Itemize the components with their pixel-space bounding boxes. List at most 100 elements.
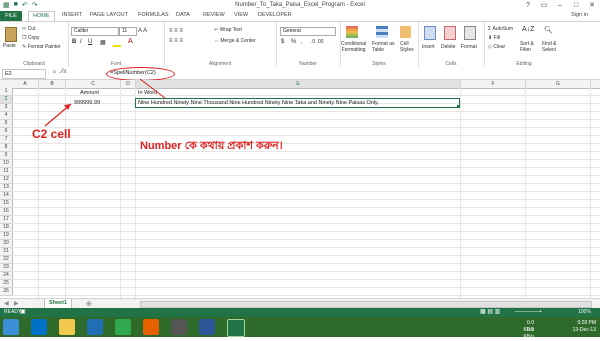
column-header-d[interactable]: D bbox=[121, 80, 136, 89]
explorer-icon[interactable] bbox=[59, 319, 75, 335]
formula-bar: E2 ⋮ ✕ ✓ fx =SpellNumber(C2) bbox=[0, 67, 600, 80]
excel-taskbar-icon[interactable] bbox=[227, 319, 245, 337]
tab-view[interactable]: VIEW bbox=[234, 12, 248, 18]
insert-function-icon[interactable]: fx bbox=[62, 69, 67, 75]
conditional-formatting-button[interactable]: Conditional Formatting bbox=[341, 41, 366, 53]
help-icon[interactable]: ? bbox=[520, 0, 536, 11]
font-size-select[interactable]: 11 bbox=[119, 27, 137, 36]
font-grow-icon[interactable]: A A bbox=[138, 28, 147, 34]
sort-filter-button[interactable]: Sort & Filter bbox=[520, 41, 534, 53]
delete-button[interactable]: Delete bbox=[441, 44, 455, 50]
paste-icon[interactable] bbox=[5, 27, 17, 42]
start-icon[interactable] bbox=[3, 319, 19, 335]
outlook-icon[interactable] bbox=[87, 319, 103, 335]
column-header-b[interactable]: B bbox=[39, 80, 66, 89]
horizontal-scrollbar[interactable] bbox=[140, 301, 592, 308]
cell-e1[interactable]: In Word bbox=[138, 90, 157, 96]
align-left-icon[interactable]: ≡ ≡ ≡ bbox=[169, 38, 183, 44]
paste-button[interactable]: Paste bbox=[3, 43, 16, 49]
column-header-f[interactable]: F bbox=[461, 80, 526, 89]
sheet-nav-right-icon[interactable]: ▶ bbox=[14, 300, 19, 307]
format-button[interactable]: Format bbox=[461, 44, 477, 50]
cell-styles-button[interactable]: Cell Styles bbox=[400, 41, 414, 53]
cancel-icon[interactable]: ✕ bbox=[52, 69, 57, 76]
tab-formulas[interactable]: FORMULAS bbox=[138, 12, 169, 18]
percent-button[interactable]: % bbox=[291, 39, 296, 45]
insert-cells-icon[interactable] bbox=[424, 26, 436, 40]
currency-button[interactable]: $ bbox=[281, 39, 284, 45]
formula-bar-icons: ⋮ bbox=[46, 70, 51, 76]
cell-c2[interactable]: 999999.99 bbox=[74, 100, 100, 106]
clock-time[interactable]: 9:28 PM bbox=[573, 320, 596, 327]
fill-button[interactable]: ⬇ Fill bbox=[488, 35, 500, 41]
sort-filter-icon[interactable]: A↓Z bbox=[522, 26, 534, 33]
format-cells-icon[interactable] bbox=[464, 26, 476, 40]
delete-cells-icon[interactable] bbox=[444, 26, 456, 40]
name-box[interactable]: E2 bbox=[2, 69, 46, 79]
column-header-a[interactable]: A bbox=[12, 80, 39, 89]
tab-data[interactable]: DATA bbox=[176, 12, 190, 18]
gridline bbox=[12, 183, 600, 184]
decimal-icon[interactable]: .0 .00 bbox=[311, 39, 324, 45]
app-icon[interactable] bbox=[171, 319, 187, 335]
underline-button[interactable]: U bbox=[88, 39, 92, 45]
number-format-select[interactable]: General bbox=[280, 27, 336, 36]
maximize-icon[interactable]: □ bbox=[568, 0, 584, 11]
format-as-table-icon[interactable] bbox=[376, 26, 388, 38]
fill-color-icon[interactable] bbox=[113, 40, 121, 47]
font-color-icon[interactable]: A bbox=[128, 38, 133, 45]
merge-center-button[interactable]: ⇔ Merge & Center bbox=[214, 38, 256, 44]
clock-date[interactable]: 13-Dec-13 bbox=[573, 327, 596, 334]
close-icon[interactable]: ✕ bbox=[584, 0, 600, 11]
spreadsheet-grid[interactable]: A B C D E F G 1 2 3 4 5 6 7 8 9 10 11 12 13 14 15 16 17 1… bbox=[0, 80, 600, 298]
insert-button[interactable]: Insert bbox=[422, 44, 435, 50]
conditional-formatting-icon[interactable] bbox=[346, 26, 358, 38]
tab-review[interactable]: REVIEW bbox=[203, 12, 225, 18]
column-header-c[interactable]: C bbox=[66, 80, 121, 89]
comma-button[interactable]: , bbox=[301, 39, 303, 45]
tab-developer[interactable]: DEVELOPER bbox=[258, 12, 292, 18]
gridline bbox=[12, 247, 600, 248]
copy-button[interactable]: ❐ Copy bbox=[22, 35, 40, 41]
bold-button[interactable]: B bbox=[72, 39, 76, 45]
column-header-h[interactable] bbox=[591, 80, 600, 89]
chrome-icon[interactable] bbox=[115, 319, 131, 335]
zoom-level[interactable]: 100% bbox=[578, 308, 591, 317]
sheet-nav-left-icon[interactable]: ◀ bbox=[4, 300, 9, 307]
format-painter-button[interactable]: ✎ Format Painter bbox=[22, 44, 61, 50]
zoom-slider[interactable]: –──────+ bbox=[515, 308, 542, 317]
minimize-icon[interactable]: – bbox=[552, 0, 568, 11]
undo-icon[interactable]: ↶ bbox=[22, 1, 28, 9]
record-macro-icon[interactable]: ▣ bbox=[20, 308, 26, 317]
column-header-e[interactable]: E bbox=[136, 80, 461, 89]
c2-cell-annotation: C2 cell bbox=[32, 127, 71, 141]
font-name-select[interactable]: Calibri bbox=[71, 27, 119, 36]
sign-in-link[interactable]: Sign in bbox=[571, 12, 588, 18]
tab-page-layout[interactable]: PAGE LAYOUT bbox=[90, 12, 128, 18]
ribbon-display-icon[interactable]: ▭ bbox=[536, 0, 552, 11]
cut-button[interactable]: ✂ Cut bbox=[22, 26, 35, 32]
firefox-icon[interactable] bbox=[143, 319, 159, 335]
word-icon[interactable] bbox=[199, 319, 215, 335]
find-select-button[interactable]: Find & Select bbox=[542, 41, 556, 53]
save-icon[interactable]: ■ bbox=[14, 1, 18, 9]
ie-icon[interactable] bbox=[31, 319, 47, 335]
redo-icon[interactable]: ↷ bbox=[32, 1, 38, 9]
italic-button[interactable]: I bbox=[80, 39, 82, 45]
add-sheet-icon[interactable]: ⊕ bbox=[86, 300, 92, 308]
cell-styles-icon[interactable] bbox=[400, 26, 411, 38]
borders-icon[interactable]: ▦ bbox=[100, 39, 106, 46]
cell-c1[interactable]: Amount bbox=[80, 90, 99, 96]
tab-insert[interactable]: INSERT bbox=[62, 12, 82, 18]
format-as-table-button[interactable]: Format as Table bbox=[372, 41, 395, 53]
fill-handle[interactable] bbox=[457, 105, 460, 108]
tab-file[interactable]: FILE bbox=[0, 11, 22, 21]
column-header-g[interactable]: G bbox=[526, 80, 591, 89]
excel-icon[interactable]: ▦ bbox=[3, 1, 10, 9]
view-buttons-icon[interactable]: ▦ ▤ ▥ bbox=[480, 308, 500, 317]
find-select-icon[interactable]: 🔍︎ bbox=[544, 26, 553, 34]
align-top-icon[interactable]: ≡ ≡ ≡ bbox=[169, 28, 183, 34]
wrap-text-button[interactable]: ↵ Wrap Text bbox=[214, 27, 242, 33]
autosum-button[interactable]: Σ AutoSum bbox=[488, 26, 513, 32]
clear-button[interactable]: ◇ Clear bbox=[488, 44, 505, 50]
